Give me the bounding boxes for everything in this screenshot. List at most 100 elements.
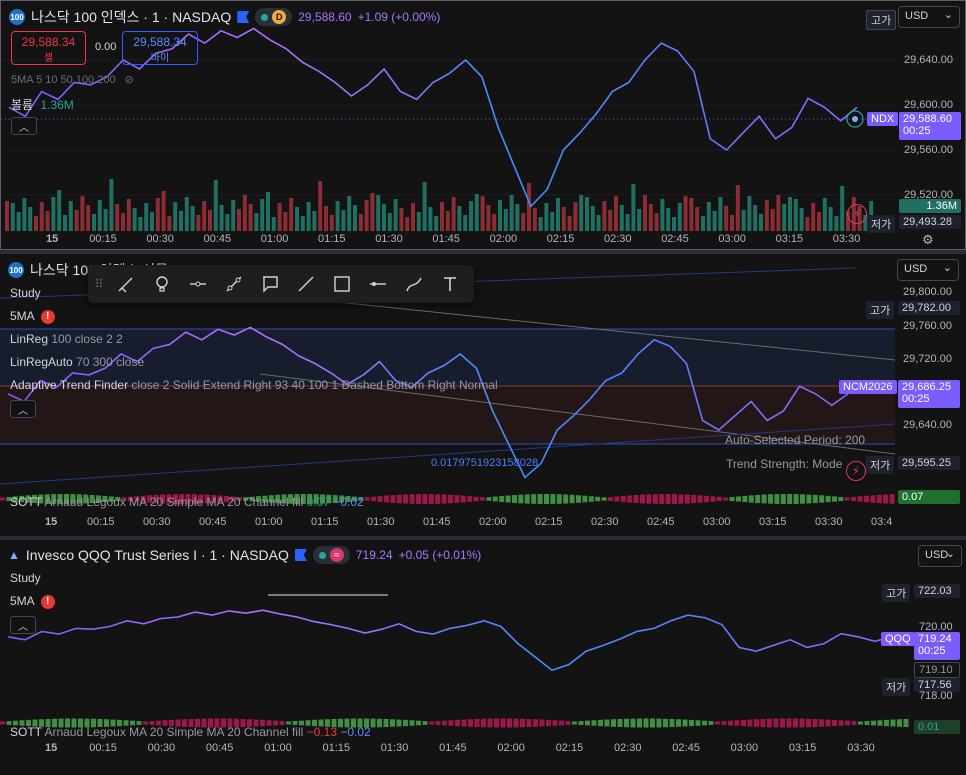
- price-tick: 29,600.00: [904, 99, 953, 111]
- symbol-header-ndx[interactable]: 100 나스닥 100 인덱스 · 1 · NASDAQ D 29,588.60…: [9, 7, 440, 27]
- warning-icon[interactable]: !: [40, 309, 55, 324]
- lightbulb-icon[interactable]: [146, 269, 178, 299]
- time-tick: 03:15: [775, 233, 804, 245]
- time-tick: 02:15: [546, 233, 575, 245]
- time-tick: 00:15: [89, 233, 117, 245]
- currency-value: USD: [925, 549, 949, 561]
- ma-legend[interactable]: 5MA 5 10 50 100 200 ⊘: [11, 73, 134, 86]
- sott-bar: [787, 494, 793, 504]
- currency-value: USD: [905, 10, 929, 22]
- volume-bar: [619, 205, 624, 231]
- study-label[interactable]: Study: [10, 571, 41, 585]
- volume-bar: [828, 207, 833, 231]
- flag-icon[interactable]: [237, 11, 250, 23]
- chevron-up-icon: ︿: [18, 405, 28, 417]
- rectangle-icon[interactable]: [326, 269, 358, 299]
- collapse-legend-button[interactable]: ︿: [10, 616, 36, 634]
- sott-bar: [403, 719, 408, 727]
- currency-select[interactable]: USD: [918, 545, 962, 567]
- currency-value: USD: [904, 263, 928, 275]
- sott-bar: [857, 496, 863, 502]
- warning-icon[interactable]: !: [40, 594, 55, 609]
- brush-icon[interactable]: [110, 269, 142, 299]
- drawing-toolbar[interactable]: ⠿: [88, 265, 474, 303]
- volume-bar: [86, 205, 91, 231]
- currency-select[interactable]: USD: [897, 259, 959, 281]
- chart-pane-qqq[interactable]: ▲ Invesco QQQ Trust Series I · 1 · NASDA…: [0, 540, 966, 775]
- text-icon[interactable]: [434, 269, 466, 299]
- chevron-up-icon: ︿: [19, 122, 29, 134]
- volume-bar: [51, 197, 56, 231]
- time-tick: 00:45: [203, 233, 232, 245]
- high-price: 722.03: [914, 584, 960, 598]
- chart-pane-ndx[interactable]: 100 나스닥 100 인덱스 · 1 · NASDAQ D 29,588.60…: [0, 0, 966, 250]
- sott-bar: [512, 495, 517, 503]
- sott-legend[interactable]: SOTT Arnaud Legoux MA 20 Simple MA 20 Ch…: [10, 495, 364, 509]
- linregauto-legend[interactable]: LinRegAuto 70 300 close: [10, 355, 144, 369]
- trend-line-icon[interactable]: [218, 269, 250, 299]
- volume-bar: [730, 215, 734, 231]
- volume-bar: [271, 217, 276, 231]
- currency-select[interactable]: USD: [898, 6, 960, 28]
- time-tick: 01:15: [311, 516, 339, 528]
- sott-bar: [526, 718, 532, 728]
- flag-icon[interactable]: [294, 549, 307, 561]
- sott-legend[interactable]: SOTT Arnaud Legoux MA 20 Simple MA 20 Ch…: [10, 725, 371, 739]
- volume-bar: [637, 209, 642, 231]
- horizontal-line-icon[interactable]: [362, 269, 394, 299]
- sott-bar: [601, 497, 607, 501]
- volume-legend[interactable]: 볼륨 1.36M: [11, 96, 74, 113]
- time-tick: 03:15: [759, 516, 787, 528]
- trend-strength-label: Trend Strength: Mode: [726, 457, 843, 471]
- time-tick: 02:45: [647, 516, 675, 528]
- horizontal-ray-icon[interactable]: [182, 269, 214, 299]
- volume-bar: [718, 197, 723, 231]
- volume-bar: [811, 203, 816, 231]
- alert-lightning-icon[interactable]: ⚡: [846, 461, 866, 481]
- sott-bar: [858, 721, 863, 725]
- drag-handle-icon[interactable]: ⠿: [92, 277, 106, 291]
- volume-bar: [793, 199, 798, 231]
- volume-bar: [706, 202, 711, 231]
- volume-bar: [97, 200, 102, 231]
- volume-bar: [788, 197, 792, 231]
- study-label[interactable]: Study: [10, 286, 41, 300]
- market-status-pill[interactable]: ≈: [312, 546, 350, 564]
- price-tick: 718.00: [919, 690, 953, 702]
- sott-bar: [505, 495, 511, 503]
- sott-bar: [723, 497, 729, 501]
- symbol-header-qqq[interactable]: ▲ Invesco QQQ Trust Series I · 1 · NASDA…: [8, 546, 481, 564]
- ma-legend[interactable]: 5MA!: [10, 594, 55, 609]
- symbol-title[interactable]: 나스닥 100 인덱스 · 1 · NASDAQ: [31, 7, 231, 27]
- time-tick: 03:00: [703, 516, 731, 528]
- volume-bar: [799, 208, 804, 231]
- ma-name: 5MA: [10, 309, 35, 323]
- time-tick: 03:15: [788, 742, 817, 754]
- buy-button[interactable]: 29,588.34 바이: [122, 31, 198, 65]
- collapse-legend-button[interactable]: ︿: [10, 400, 36, 418]
- linreg-legend[interactable]: LinReg 100 close 2 2: [10, 332, 123, 346]
- ma-legend[interactable]: 5MA!: [10, 309, 55, 324]
- collapse-legend-button[interactable]: ︿: [11, 117, 37, 135]
- price-plot-qqq[interactable]: [0, 540, 966, 775]
- time-tick: 03:4: [871, 516, 893, 528]
- path-icon[interactable]: [398, 269, 430, 299]
- sott-bar: [870, 495, 876, 503]
- settings-gear-icon[interactable]: ⚙: [922, 232, 934, 248]
- symbol-title[interactable]: Invesco QQQ Trust Series I · 1 · NASDAQ: [26, 547, 289, 563]
- current-price: 29,588.60: [903, 113, 952, 125]
- time-tick: 01:45: [432, 233, 460, 245]
- alert-lightning-icon[interactable]: ⚡: [847, 204, 867, 224]
- sott-tag: 0.07: [898, 490, 960, 504]
- sott-bar: [595, 496, 601, 502]
- sell-button[interactable]: 29,588.34 셀: [11, 31, 86, 65]
- line-icon[interactable]: [290, 269, 322, 299]
- sott-bar: [569, 494, 575, 504]
- sott-bar: [773, 718, 779, 728]
- callout-icon[interactable]: [254, 269, 286, 299]
- sott-bar: [819, 495, 825, 503]
- eye-hidden-icon[interactable]: ⊘: [125, 74, 134, 86]
- volume-bar: [805, 217, 810, 231]
- market-status-pill[interactable]: D: [255, 8, 293, 26]
- atf-legend[interactable]: Adaptive Trend Finder close 2 Solid Exte…: [10, 378, 498, 392]
